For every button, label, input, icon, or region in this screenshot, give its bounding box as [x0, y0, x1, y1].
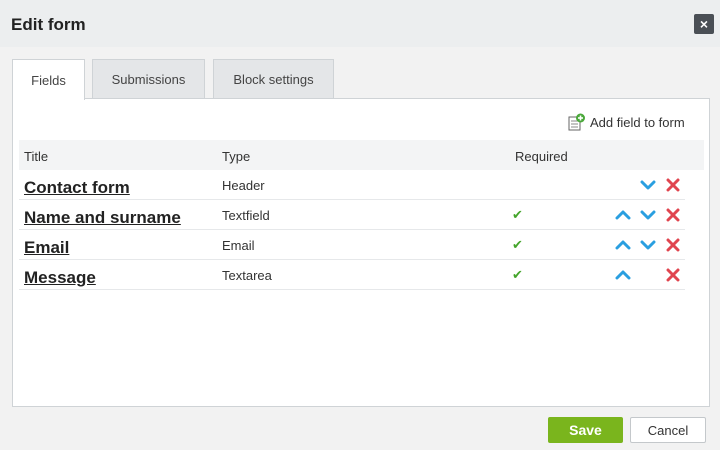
add-field-button[interactable]: Add field to form	[568, 113, 685, 131]
move-up-button[interactable]	[614, 207, 632, 223]
chevron-down-icon	[640, 210, 656, 220]
add-field-label: Add field to form	[590, 114, 685, 130]
field-title-link[interactable]: Message	[24, 268, 96, 287]
cancel-button[interactable]: Cancel	[630, 417, 706, 443]
dialog-header: Edit form ×	[0, 0, 720, 47]
field-type: Textarea	[222, 268, 272, 283]
chevron-up-icon	[615, 240, 631, 250]
required-check-icon: ✔	[512, 207, 523, 222]
chevron-up-icon	[615, 210, 631, 220]
delete-icon	[666, 208, 680, 222]
move-up-button[interactable]	[614, 237, 632, 253]
field-type: Textfield	[222, 208, 270, 223]
chevron-down-icon	[640, 240, 656, 250]
delete-icon	[666, 238, 680, 252]
fields-panel: Add field to form Title Type Required Co…	[12, 98, 710, 407]
table-row: Email Email ✔	[19, 230, 685, 260]
field-type: Email	[222, 238, 255, 253]
column-required: Required	[515, 149, 568, 164]
delete-button[interactable]	[664, 267, 682, 283]
field-title-link[interactable]: Email	[24, 238, 69, 257]
move-down-button[interactable]	[639, 237, 657, 253]
move-down-button[interactable]	[639, 207, 657, 223]
tab-fields[interactable]: Fields	[12, 59, 85, 100]
column-type: Type	[222, 149, 251, 164]
column-title: Title	[24, 149, 49, 164]
dialog-title: Edit form	[11, 15, 86, 34]
delete-icon	[666, 178, 680, 192]
delete-button[interactable]	[664, 237, 682, 253]
close-button[interactable]: ×	[694, 14, 714, 34]
required-check-icon: ✔	[512, 237, 523, 252]
table-row: Contact form Header	[19, 170, 685, 200]
field-title-link[interactable]: Contact form	[24, 178, 130, 197]
move-up-button[interactable]	[614, 267, 632, 283]
delete-button[interactable]	[664, 177, 682, 193]
add-document-icon	[568, 113, 585, 131]
close-icon: ×	[699, 16, 709, 32]
delete-icon	[666, 268, 680, 282]
field-type: Header	[222, 178, 265, 193]
tab-block-settings[interactable]: Block settings	[213, 59, 334, 99]
move-down-button[interactable]	[639, 177, 657, 193]
field-title-link[interactable]: Name and surname	[24, 208, 181, 227]
fields-table: Title Type Required Contact form Header …	[19, 140, 704, 290]
chevron-up-icon	[615, 270, 631, 280]
table-header: Title Type Required	[19, 140, 704, 170]
chevron-down-icon	[640, 180, 656, 190]
table-row: Name and surname Textfield ✔	[19, 200, 685, 230]
table-row: Message Textarea ✔	[19, 260, 685, 290]
tab-submissions[interactable]: Submissions	[92, 59, 205, 99]
delete-button[interactable]	[664, 207, 682, 223]
save-button[interactable]: Save	[548, 417, 623, 443]
required-check-icon: ✔	[512, 267, 523, 282]
